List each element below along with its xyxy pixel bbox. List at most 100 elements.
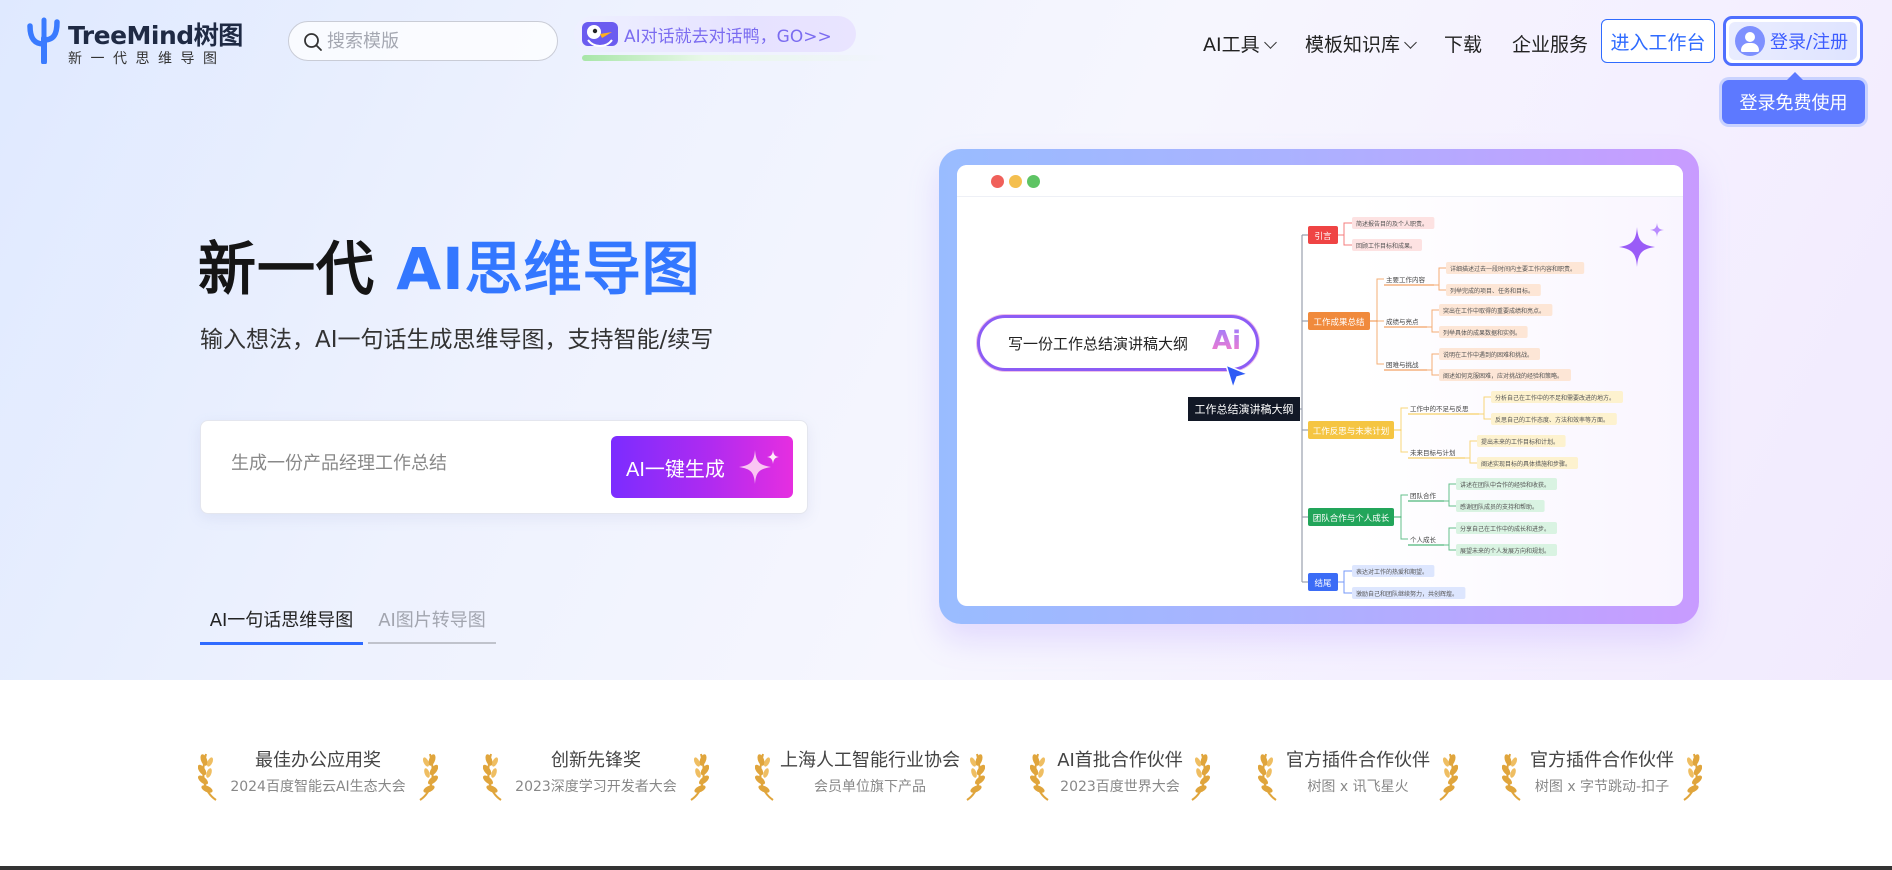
login-tooltip[interactable]: 登录免费使用: [1722, 72, 1865, 124]
mindmap-branch-label: 工作成果总结: [1313, 317, 1364, 328]
award-title: 最佳办公应用奖: [255, 750, 381, 771]
hero-title-blue: AI思维导图: [396, 235, 701, 303]
mindmap-leaf-label: 分析自己在工作中的不足和需要改进的地方。: [1495, 394, 1615, 402]
nav-download[interactable]: 下载: [1444, 30, 1482, 57]
mindmap-branch-label: 团队合作与个人成长: [1313, 513, 1390, 524]
laurel-right-icon: [1436, 748, 1459, 802]
award-title: 上海人工智能行业协会: [780, 750, 960, 771]
award-item: 创新先锋奖 2023深度学习开发者大会: [482, 740, 710, 810]
prompt-pill: 写一份工作总结演讲稿大纲 Ai: [977, 315, 1259, 371]
ai-generate-button[interactable]: AI一键生成: [611, 436, 793, 498]
ai-generate-box: 生成一份产品经理工作总结 AI一键生成: [200, 420, 808, 514]
enter-workbench-button[interactable]: 进入工作台: [1601, 19, 1715, 63]
mindmap-connector: [1370, 320, 1384, 365]
mindmap-leaf-label: 激励自己和团队继续努力，共创辉煌。: [1356, 590, 1458, 598]
mindmap-leaf-label: 详细描述过去一段时间内主要工作内容和职责。: [1450, 265, 1576, 273]
award-subtitle: 2023百度世界大会: [1060, 779, 1180, 795]
laurel-right-icon: [687, 748, 710, 802]
mindmap-connector: [1465, 440, 1477, 464]
logo-subtitle: 新一代思维导图: [68, 51, 226, 67]
mindmap-sub-label: 困难与挑战: [1386, 360, 1419, 369]
prompt-input[interactable]: 生成一份产品经理工作总结: [231, 449, 591, 475]
prompt-pill-text: 写一份工作总结演讲稿大纲: [1008, 335, 1189, 353]
duck-mascot-icon: [582, 22, 618, 47]
award-item: AI首批合作伙伴 2023百度世界大会: [1029, 740, 1211, 810]
mindmap-leaf-label: 突出在工作中取得的重要成绩和亮点。: [1443, 307, 1545, 315]
hero-tabs: AI一句话思维导图 AI图片转导图: [200, 606, 500, 646]
chevron-down-icon: [1404, 36, 1417, 49]
award-subtitle: 会员单位旗下产品: [814, 779, 926, 795]
mindmap-leaf-label: 回顾工作目标和成果。: [1356, 242, 1416, 250]
ai-badge: Ai: [1212, 326, 1242, 356]
award-subtitle: 树图 x 讯飞星火: [1307, 779, 1409, 795]
tree-logo-icon: [27, 17, 60, 64]
user-avatar-icon: [1735, 26, 1765, 56]
nav-template-library[interactable]: 模板知识库: [1305, 30, 1417, 57]
laurel-right-icon: [416, 748, 439, 802]
search-input[interactable]: [327, 22, 547, 60]
mindmap-leaf-label: 反思自己的工作态度、方法和效率等方面。: [1495, 416, 1609, 424]
mindmap-leaf-label: 提出未来的工作目标和计划。: [1481, 438, 1559, 446]
mindmap-sub-label: 工作中的不足与反思: [1410, 404, 1469, 413]
top-header: TreeMind树图 新一代思维导图 AI对话就去对话鸭，GO>> AI工具 模…: [0, 0, 1892, 124]
mindmap-root-node: 工作总结演讲稿大纲: [1188, 397, 1300, 421]
nav-enterprise[interactable]: 企业服务: [1512, 30, 1588, 57]
award-subtitle: 树图 x 字节跳动-扣子: [1534, 779, 1670, 795]
search-icon: [304, 33, 322, 51]
nav-enterprise-label: 企业服务: [1512, 34, 1589, 56]
nav-ai-tools-label: AI工具: [1203, 34, 1260, 56]
award-title: 官方插件合作伙伴: [1530, 750, 1674, 771]
mindmap-leaf-label: 简述报告目的及个人职责。: [1356, 220, 1428, 228]
nav-ai-tools[interactable]: AI工具: [1203, 30, 1277, 57]
mindmap-connector: [1444, 527, 1456, 551]
login-button-inner: 登录/注册: [1729, 22, 1857, 60]
nav-template-library-label: 模板知识库: [1305, 34, 1401, 56]
login-register-button[interactable]: 登录/注册: [1723, 16, 1863, 66]
tab-ai-image-to-mindmap[interactable]: AI图片转导图: [368, 606, 496, 644]
mindmap-branch-label: 工作反思与未来计划: [1313, 426, 1390, 437]
mindmap-connector: [1394, 429, 1408, 453]
mindmap-connector: [1338, 222, 1352, 246]
mindmap-leaf-label: 说明在工作中遇到的困难和挑战。: [1443, 351, 1533, 359]
laurel-right-icon: [1188, 748, 1211, 802]
mindmap-connector: [1479, 396, 1491, 420]
promo-underline: [582, 55, 888, 61]
mindmap-connector: [1434, 267, 1446, 291]
logo-title: TreeMind树图: [68, 21, 243, 50]
laurel-right-icon: [1680, 748, 1703, 802]
mindmap-connector: [1427, 309, 1439, 333]
mindmap-leaf-label: 表达对工作的热爱和期望。: [1356, 568, 1428, 576]
award-item: 上海人工智能行业协会会员单位旗下产品: [754, 740, 986, 810]
mindmap-leaf-label: 讲述在团队中合作的经验和收获。: [1460, 481, 1550, 489]
search-box[interactable]: [288, 21, 558, 61]
hero-title-dark: 新一代: [198, 235, 397, 303]
award-title: 创新先锋奖: [551, 750, 641, 771]
logo[interactable]: TreeMind树图 新一代思维导图: [24, 14, 244, 70]
mindmap-leaf-label: 列举完成的项目、任务和目标。: [1450, 287, 1534, 295]
mindmap-connector: [1338, 570, 1352, 594]
mindmap-leaf-label: 分享自己在工作中的成长和进步。: [1460, 525, 1550, 533]
tab-ai-sentence-mindmap[interactable]: AI一句话思维导图: [200, 606, 363, 645]
award-item: 官方插件合作伙伴 树图 x 讯飞星火: [1257, 740, 1459, 810]
mindmap-preview-card: 引言 简述报告目的及个人职责。 回顾工作目标和成果。 工作成果总结 主要工作内容 详细描述…: [957, 165, 1683, 606]
award-subtitle: 2024百度智能云AI生态大会: [230, 779, 406, 795]
promo-banner[interactable]: AI对话就去对话鸭，GO>>: [574, 16, 856, 52]
chevron-down-icon: [1263, 36, 1277, 49]
sparkle-decor-icon: [1619, 223, 1664, 267]
award-subtitle: 2023深度学习开发者大会: [515, 779, 677, 795]
mindmap-connector: [1444, 483, 1456, 507]
mindmap-leaf-label: 感谢团队成员的支持和帮助。: [1460, 503, 1538, 511]
cursor-arrow-icon: [1224, 363, 1251, 391]
mindmap-leaf-label: 阐述如何克服困难，应对挑战的经验和策略。: [1443, 372, 1563, 380]
mindmap-branch-label: 引言: [1314, 231, 1332, 242]
mindmap-leaf-label: 阐述实现目标的具体措施和步骤。: [1481, 460, 1571, 468]
mindmap-connector: [1427, 353, 1439, 376]
page-bottom-border: [0, 866, 1892, 870]
laurel-right-icon: [963, 748, 986, 802]
mindmap-connector: [1370, 278, 1384, 322]
promo-text: AI对话就去对话鸭，GO>>: [624, 27, 832, 47]
nav-download-label: 下载: [1444, 34, 1483, 56]
mindmap-branch-label: 结尾: [1314, 578, 1332, 589]
mindmap-diagram: 引言 简述报告目的及个人职责。回顾工作目标和成果。工作成果总结 主要工作内容 详细描述…: [1300, 217, 1623, 599]
hero-title: 新一代 AI思维导图: [198, 222, 701, 306]
